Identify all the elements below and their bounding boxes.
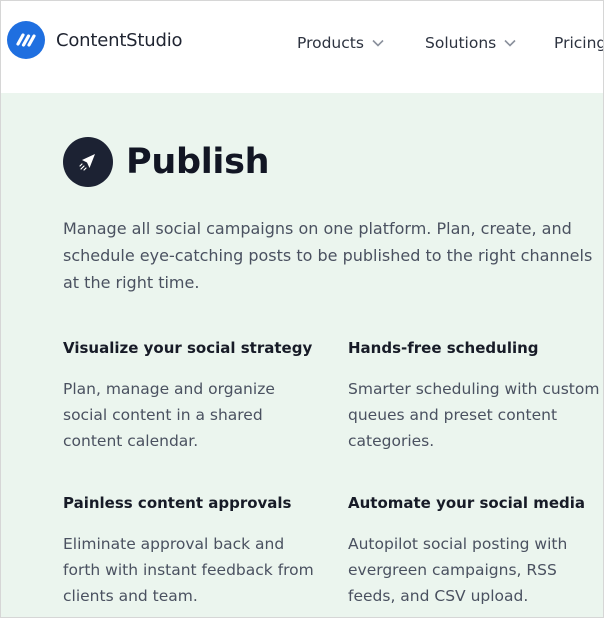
nav-products-label: Products [297, 34, 364, 52]
page-frame: ContentStudio Products Solutions Pricing [0, 0, 604, 618]
nav-pricing[interactable]: Pricing [554, 34, 604, 52]
feature-hands-free-scheduling: Hands-free scheduling Smarter scheduling… [348, 339, 603, 454]
nav-products[interactable]: Products [297, 34, 384, 52]
feature-visualize-strategy: Visualize your social strategy Plan, man… [63, 339, 323, 454]
nav-solutions[interactable]: Solutions [425, 34, 516, 52]
feature-description: Autopilot social posting with evergreen … [348, 535, 568, 605]
feature-title: Hands-free scheduling [348, 339, 539, 357]
publish-heading: Publish [63, 119, 270, 206]
feature-title: Visualize your social strategy [63, 339, 313, 357]
feature-title: Painless content approvals [63, 494, 292, 512]
intro-text: Manage all social campaigns on one platf… [63, 219, 593, 292]
feature-description: Eliminate approval back and forth with i… [63, 535, 314, 605]
site-header: ContentStudio Products Solutions Pricing [1, 1, 603, 93]
feature-content-approvals: Painless content approvals Eliminate app… [63, 494, 323, 609]
nav-solutions-label: Solutions [425, 34, 497, 52]
nav-pricing-label: Pricing [554, 34, 604, 52]
brand-logo[interactable]: ContentStudio [7, 21, 183, 59]
feature-title: Automate your social media [348, 494, 586, 512]
chevron-down-icon [504, 39, 516, 47]
brand-name: ContentStudio [56, 29, 183, 51]
page-title: Publish [126, 142, 270, 183]
feature-automate-social: Automate your social media Autopilot soc… [348, 494, 603, 609]
feature-description: Plan, manage and organize social content… [63, 380, 275, 450]
paper-plane-icon [63, 137, 113, 188]
publish-section: Publish Manage all social campaigns on o… [1, 93, 603, 617]
chevron-down-icon [372, 39, 384, 47]
contentstudio-logo-icon [7, 21, 45, 59]
feature-description: Smarter scheduling with custom queues an… [348, 380, 600, 450]
